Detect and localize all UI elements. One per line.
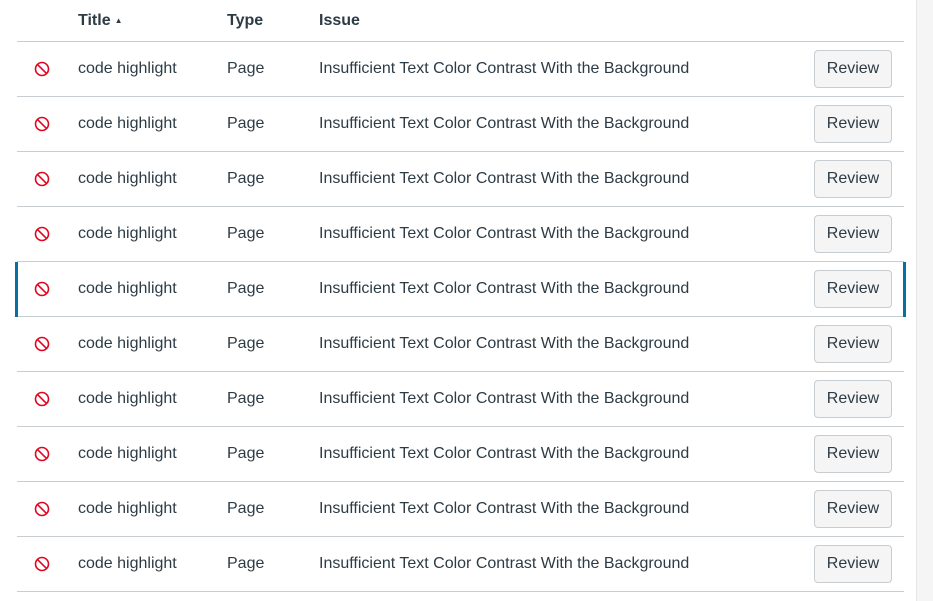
no-entry-icon [34, 391, 50, 407]
cell-title: code highlight [78, 225, 177, 242]
table-row: code highlight Page Insufficient Text Colo… [17, 317, 904, 372]
column-header-title-label: Title [78, 12, 111, 29]
review-button[interactable]: Review [814, 325, 892, 363]
cell-issue: Insufficient Text Color Contrast With th… [319, 60, 690, 77]
review-button[interactable]: Review [814, 545, 892, 583]
cell-title: code highlight [78, 335, 177, 352]
cell-type: Page [227, 60, 265, 77]
cell-issue: Insufficient Text Color Contrast With th… [319, 170, 690, 187]
table-row: code highlight Page Insufficient Text Colo… [17, 537, 904, 592]
review-button[interactable]: Review [814, 215, 892, 253]
table-row: code highlight Page Insufficient Text Colo… [17, 372, 904, 427]
issues-table: Title ▲ Type Issue code highlight Page Insu… [15, 0, 906, 592]
column-header-issue[interactable]: Issue [319, 12, 360, 30]
table-row: code highlight Page Insufficient Text Colo… [17, 207, 904, 262]
cell-type: Page [227, 445, 265, 462]
cell-type: Page [227, 555, 265, 572]
review-button[interactable]: Review [814, 380, 892, 418]
review-button[interactable]: Review [814, 50, 892, 88]
table-row: code highlight Page Insufficient Text Colo… [17, 42, 904, 97]
table-row: code highlight Page Insufficient Text Colo… [17, 427, 904, 482]
no-entry-icon [34, 556, 50, 572]
cell-type: Page [227, 280, 265, 297]
no-entry-icon [34, 226, 50, 242]
cell-issue: Insufficient Text Color Contrast With th… [319, 500, 690, 517]
scrollbar-track[interactable] [916, 0, 933, 601]
cell-type: Page [227, 500, 265, 517]
table-header: Title ▲ Type Issue [17, 0, 904, 42]
cell-issue: Insufficient Text Color Contrast With th… [319, 335, 690, 352]
cell-type: Page [227, 170, 265, 187]
cell-issue: Insufficient Text Color Contrast With th… [319, 445, 690, 462]
column-header-title[interactable]: Title ▲ [78, 12, 123, 30]
no-entry-icon [34, 61, 50, 77]
cell-type: Page [227, 115, 265, 132]
review-button[interactable]: Review [814, 435, 892, 473]
no-entry-icon [34, 171, 50, 187]
cell-issue: Insufficient Text Color Contrast With th… [319, 280, 690, 297]
cell-title: code highlight [78, 555, 177, 572]
cell-issue: Insufficient Text Color Contrast With th… [319, 555, 690, 572]
no-entry-icon [34, 446, 50, 462]
column-header-type[interactable]: Type [227, 12, 263, 30]
table-row: code highlight Page Insufficient Text Colo… [17, 97, 904, 152]
table-row: code highlight Page Insufficient Text Colo… [17, 482, 904, 537]
review-button[interactable]: Review [814, 105, 892, 143]
cell-title: code highlight [78, 390, 177, 407]
table-body: code highlight Page Insufficient Text Colo… [15, 42, 906, 592]
cell-type: Page [227, 225, 265, 242]
review-button[interactable]: Review [814, 490, 892, 528]
cell-issue: Insufficient Text Color Contrast With th… [319, 115, 690, 132]
cell-type: Page [227, 335, 265, 352]
table-row: code highlight Page Insufficient Text Colo… [17, 152, 904, 207]
no-entry-icon [34, 281, 50, 297]
cell-issue: Insufficient Text Color Contrast With th… [319, 225, 690, 242]
no-entry-icon [34, 336, 50, 352]
sort-ascending-icon: ▲ [114, 16, 123, 25]
review-button[interactable]: Review [814, 160, 892, 198]
table-row: code highlight Page Insufficient Text Colo… [15, 262, 906, 317]
no-entry-icon [34, 116, 50, 132]
cell-title: code highlight [78, 170, 177, 187]
cell-title: code highlight [78, 115, 177, 132]
no-entry-icon [34, 501, 50, 517]
review-button[interactable]: Review [814, 270, 892, 308]
cell-type: Page [227, 390, 265, 407]
cell-title: code highlight [78, 280, 177, 297]
cell-issue: Insufficient Text Color Contrast With th… [319, 390, 690, 407]
cell-title: code highlight [78, 500, 177, 517]
cell-title: code highlight [78, 445, 177, 462]
cell-title: code highlight [78, 60, 177, 77]
